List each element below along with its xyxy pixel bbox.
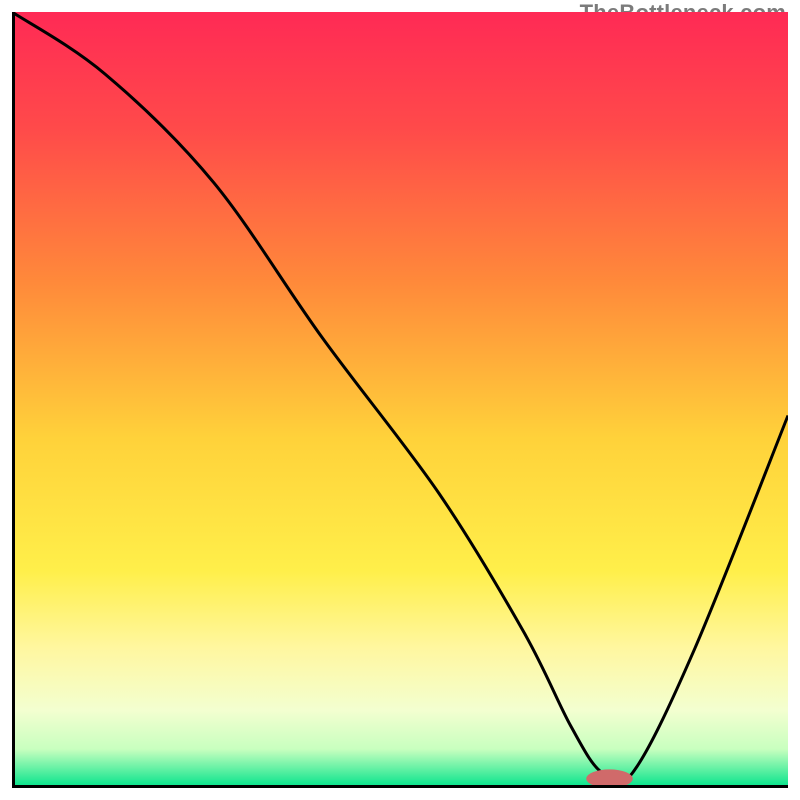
gradient-background [12, 12, 788, 788]
plot-area [12, 12, 788, 788]
bottleneck-chart [12, 12, 788, 788]
chart-container: TheBottleneck.com [0, 0, 800, 800]
